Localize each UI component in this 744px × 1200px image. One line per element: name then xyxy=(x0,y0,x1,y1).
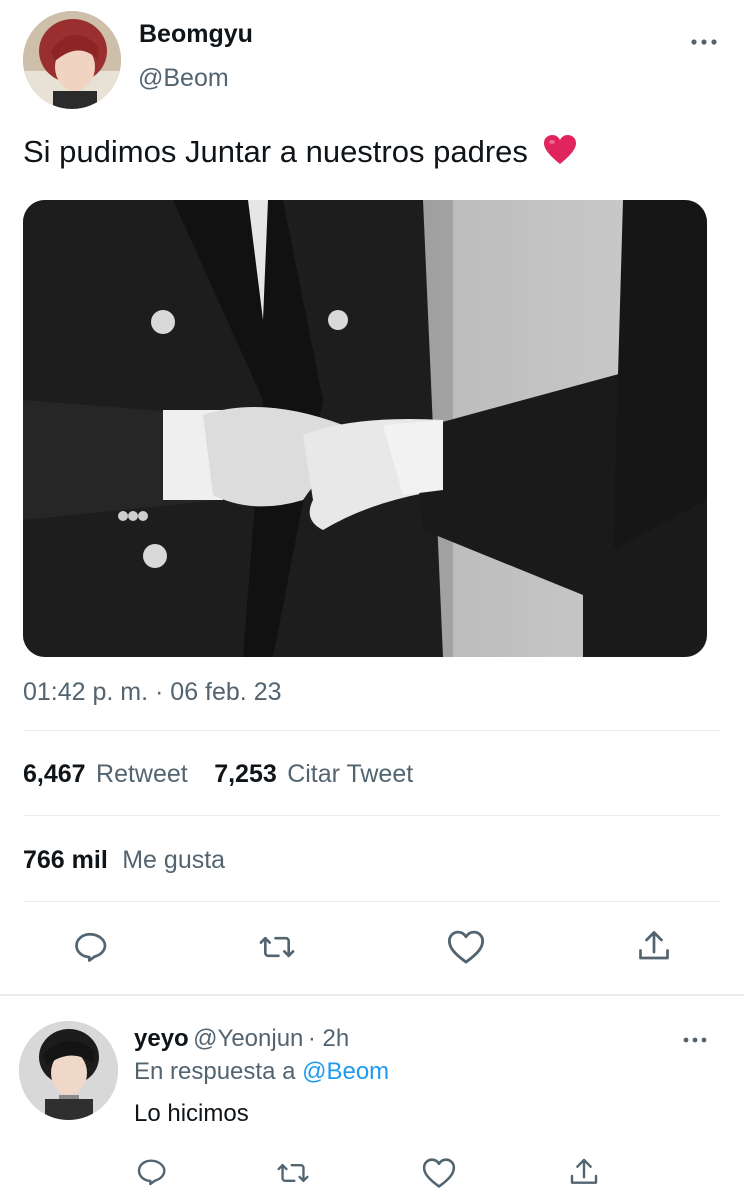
likes-label[interactable]: Me gusta xyxy=(122,846,225,874)
divider xyxy=(23,901,721,902)
replying-to-mention[interactable]: @Beom xyxy=(302,1058,389,1085)
reply-text: Lo hicimos xyxy=(134,1100,249,1127)
section-divider xyxy=(0,994,744,996)
author-handle[interactable]: @Beom xyxy=(138,64,229,93)
share-icon[interactable] xyxy=(636,927,672,965)
like-icon[interactable] xyxy=(447,929,485,965)
reply-header: yeyo @Yeonjun · 2h xyxy=(134,1025,349,1053)
divider xyxy=(23,815,721,816)
likes-count[interactable]: 766 mil xyxy=(23,846,108,874)
replying-to-line: En respuesta a @Beom xyxy=(134,1058,389,1086)
divider xyxy=(23,730,721,731)
reply-more-options-icon[interactable] xyxy=(682,1033,708,1045)
more-options-icon[interactable] xyxy=(690,35,718,47)
tweet-media-image[interactable] xyxy=(23,200,707,657)
stats-row-likes: 766 mil Me gusta xyxy=(23,846,225,875)
reply-author-avatar[interactable] xyxy=(19,1021,118,1120)
quotes-count[interactable]: 7,253 xyxy=(214,760,277,788)
reply-time[interactable]: · 2h xyxy=(308,1025,349,1052)
media-photo xyxy=(23,200,707,657)
tweet-text-container: Si pudimos Juntar a nuestros padres xyxy=(23,134,577,174)
reply-author-handle[interactable]: @Yeonjun xyxy=(193,1025,303,1052)
red-heart-emoji-icon xyxy=(543,134,577,174)
author-avatar[interactable] xyxy=(23,11,121,109)
tweet-text: Si pudimos Juntar a nuestros padres xyxy=(23,134,528,170)
retweet-icon[interactable] xyxy=(258,929,296,965)
author-avatar-image xyxy=(23,11,121,109)
tweet-timestamp[interactable]: 01:42 p. m. · 06 feb. 23 xyxy=(23,678,282,707)
reply-avatar-image xyxy=(19,1021,118,1120)
retweets-count[interactable]: 6,467 xyxy=(23,760,86,788)
reply-author-name[interactable]: yeyo xyxy=(134,1025,189,1052)
reply-icon[interactable] xyxy=(72,929,108,965)
like-icon[interactable] xyxy=(422,1157,456,1189)
share-icon[interactable] xyxy=(568,1155,600,1189)
author-name[interactable]: Beomgyu xyxy=(139,20,253,49)
reply-icon[interactable] xyxy=(135,1156,167,1188)
retweets-label[interactable]: Retweet xyxy=(96,760,188,788)
quotes-label[interactable]: Citar Tweet xyxy=(287,760,413,788)
retweet-icon[interactable] xyxy=(276,1157,310,1189)
stats-row-retweets: 6,467 Retweet 7,253 Citar Tweet xyxy=(23,760,413,789)
replying-to-prefix: En respuesta a xyxy=(134,1058,296,1085)
